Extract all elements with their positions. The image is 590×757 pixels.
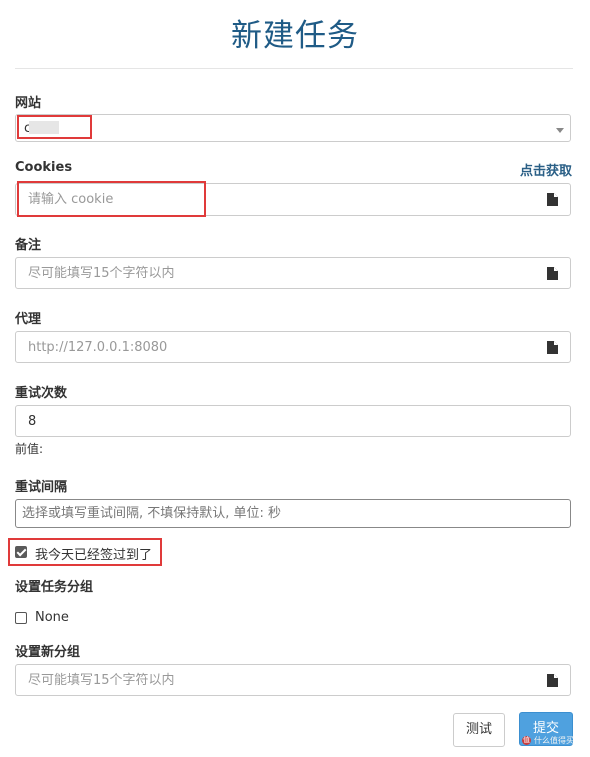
proxy-input-placeholder: http://127.0.0.1:8080 — [28, 340, 168, 355]
retry-interval-placeholder: 选择或填写重试间隔, 不填保持默认, 单位: 秒 — [22, 506, 282, 521]
proxy-input[interactable]: http://127.0.0.1:8080 — [15, 331, 571, 363]
new-group-label: 设置新分组 — [15, 645, 81, 660]
file-icon[interactable] — [547, 674, 558, 687]
site-select[interactable]: c — [15, 114, 571, 142]
watermark-text: 什么值得买 — [534, 736, 574, 745]
file-icon[interactable] — [547, 193, 558, 206]
retry-count-value: 8 — [28, 414, 37, 429]
note-label: 备注 — [15, 238, 42, 253]
file-icon[interactable] — [547, 267, 558, 280]
highlight-box-site — [17, 115, 92, 139]
watermark-badge: 值 — [522, 736, 531, 745]
retry-count-input[interactable]: 8 — [15, 405, 571, 437]
fetch-cookie-link[interactable]: 点击获取 — [520, 160, 572, 179]
retry-count-label: 重试次数 — [15, 386, 68, 401]
retry-count-helper: 前值: — [15, 442, 44, 456]
highlight-box-signed — [8, 538, 162, 566]
highlight-box-cookie — [17, 181, 206, 217]
note-input[interactable]: 尽可能填写15个字符以内 — [15, 257, 571, 289]
title-divider — [15, 68, 573, 69]
proxy-label: 代理 — [15, 312, 42, 327]
new-group-input[interactable]: 尽可能填写15个字符以内 — [15, 664, 571, 696]
group-none-checkbox[interactable] — [15, 612, 27, 624]
test-button[interactable]: 测试 — [453, 713, 505, 747]
retry-interval-label: 重试间隔 — [15, 480, 68, 495]
file-icon[interactable] — [547, 341, 558, 354]
note-input-placeholder: 尽可能填写15个字符以内 — [28, 266, 175, 281]
caret-down-icon — [556, 128, 564, 133]
new-group-placeholder: 尽可能填写15个字符以内 — [28, 673, 175, 688]
cookies-label: Cookies — [15, 160, 73, 175]
page-title: 新建任务 — [231, 18, 359, 54]
site-label: 网站 — [15, 96, 42, 111]
task-group-label: 设置任务分组 — [15, 580, 94, 595]
group-none-label: None — [35, 610, 69, 625]
retry-interval-input[interactable]: 选择或填写重试间隔, 不填保持默认, 单位: 秒 — [15, 499, 571, 528]
